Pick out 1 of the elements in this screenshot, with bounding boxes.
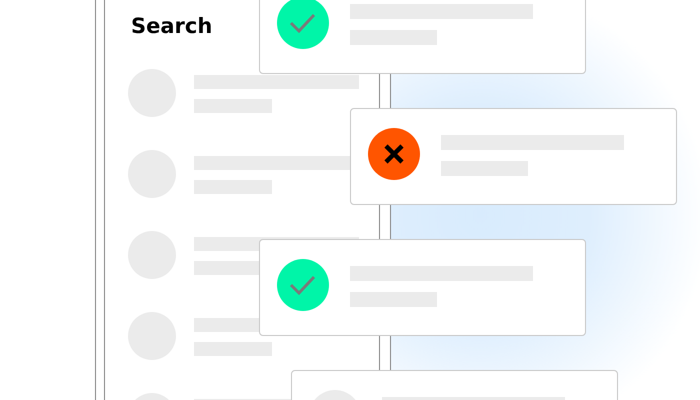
screen-title: Search bbox=[131, 13, 214, 39]
